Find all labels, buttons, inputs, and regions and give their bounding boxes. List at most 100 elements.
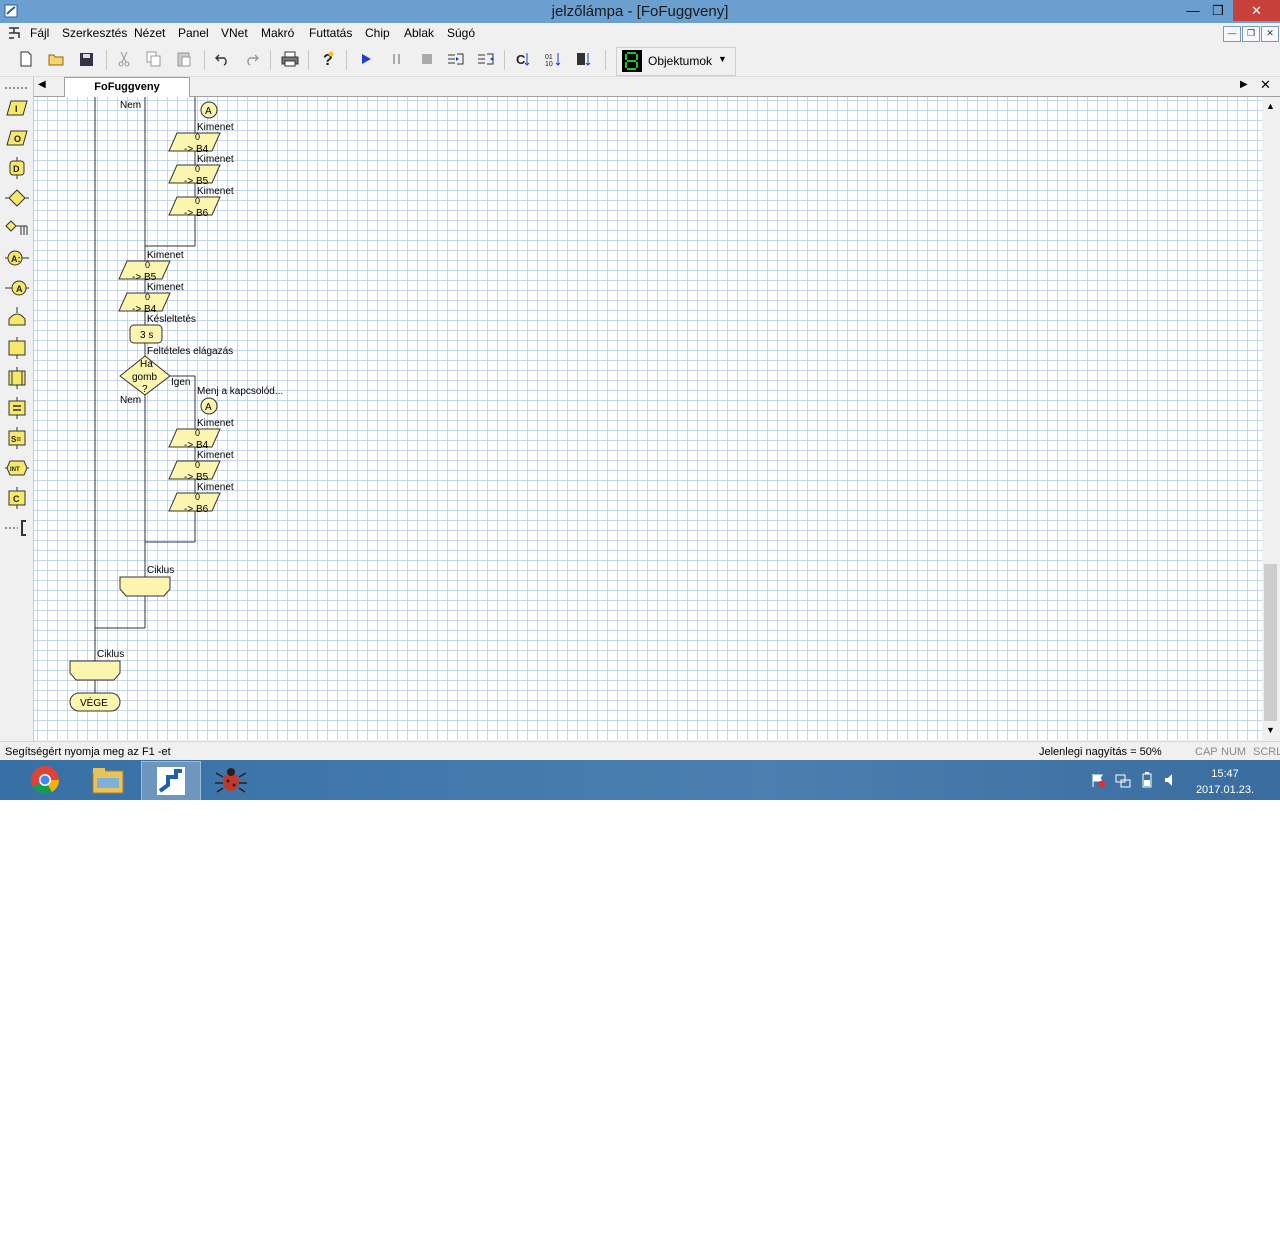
switch-icon[interactable] [4, 217, 30, 239]
battery-icon[interactable] [1139, 772, 1155, 788]
flowchart-canvas[interactable]: A Nem Kimenet 0 -> B4 Kimenet 0 -> B5 Ki… [34, 97, 1262, 740]
menu-macro[interactable]: Makró [261, 26, 294, 40]
network-icon[interactable] [1115, 772, 1131, 788]
mdi-close-button[interactable]: ✕ [1261, 26, 1279, 42]
document-menu-icon[interactable] [6, 25, 22, 41]
out-zero-8: 0 [195, 492, 200, 502]
label-kimenet-5: Kimenet [147, 282, 184, 293]
svg-text:A: A [16, 284, 23, 294]
menu-file[interactable]: Fájl [30, 26, 49, 40]
compile-chip-icon[interactable] [574, 49, 594, 69]
step-into-icon[interactable] [446, 49, 466, 69]
menu-vnet[interactable]: VNet [221, 26, 248, 40]
menu-view[interactable]: Nézet [134, 26, 165, 40]
print-icon[interactable] [280, 49, 300, 69]
menu-help[interactable]: Súgó [447, 26, 475, 40]
stop-icon[interactable] [417, 49, 437, 69]
label-igen: Igen [171, 377, 190, 388]
status-bar: Segítségért nyomja meg az F1 -et Jelenle… [0, 741, 1280, 761]
palette-grip-icon [5, 87, 29, 89]
vege-label: VÉGE [80, 696, 108, 709]
application-window: jelzőlámpa - [FoFuggveny] — ❐ ✕ Fájl Sze… [0, 0, 1280, 800]
pause-icon[interactable] [387, 49, 407, 69]
seven-segment-icon [622, 50, 642, 72]
save-icon[interactable] [76, 49, 96, 69]
mdi-minimize-button[interactable]: — [1223, 26, 1241, 42]
output-icon[interactable]: O [4, 127, 30, 149]
loop-icon[interactable] [4, 307, 30, 329]
label-kimenet-2: Kimenet [197, 154, 234, 165]
menu-edit[interactable]: Szerkesztés [62, 26, 127, 40]
label-nem-2: Nem [120, 395, 141, 406]
file-explorer-icon[interactable] [79, 761, 137, 799]
action-center-flag-icon[interactable] [1090, 772, 1106, 788]
tab-fofuggveny[interactable]: FoFuggveny [64, 77, 190, 97]
out-zero-3: 0 [195, 196, 200, 206]
status-help-text: Segítségért nyomja meg az F1 -et [5, 746, 171, 758]
status-cap: CAP [1195, 746, 1218, 758]
objects-dropdown[interactable]: Objektumok ▼ [616, 47, 736, 76]
svg-text:O: O [14, 134, 21, 144]
chrome-icon[interactable] [16, 761, 74, 799]
menu-panel[interactable]: Panel [178, 26, 209, 40]
component-macro-icon[interactable] [4, 367, 30, 389]
open-folder-icon[interactable] [47, 49, 67, 69]
menu-chip[interactable]: Chip [365, 26, 390, 40]
system-clock[interactable]: 15:47 2017.01.23. [1190, 766, 1260, 798]
new-file-icon[interactable] [16, 49, 36, 69]
undo-icon[interactable] [212, 49, 232, 69]
svg-text:S=: S= [11, 435, 21, 444]
delay-icon[interactable]: D [4, 157, 30, 179]
macro-icon[interactable] [4, 337, 30, 359]
compile-c-icon[interactable]: C [514, 49, 534, 69]
label-kimenet-1: Kimenet [197, 122, 234, 133]
cut-icon[interactable] [114, 49, 134, 69]
restore-button[interactable]: ❐ [1204, 0, 1232, 21]
label-ciklus-inner: Ciklus [147, 565, 174, 576]
svg-text:C: C [516, 52, 526, 67]
status-scrl: SCRL [1253, 746, 1280, 758]
volume-icon[interactable] [1163, 772, 1179, 788]
run-icon[interactable] [356, 49, 376, 69]
label-ciklus-outer: Ciklus [97, 649, 124, 660]
goto-connection-icon[interactable]: A [4, 277, 30, 299]
c-code-icon[interactable]: C [4, 487, 30, 509]
interrupt-icon[interactable]: INT [4, 457, 30, 479]
input-icon[interactable]: I [4, 97, 30, 119]
scroll-down-icon[interactable]: ▼ [1266, 725, 1275, 735]
menu-window[interactable]: Ablak [404, 26, 434, 40]
window-title: jelzőlámpa - [FoFuggveny] [551, 3, 729, 20]
tab-scroll-left-icon[interactable]: ◀ [38, 79, 46, 90]
calculation-icon[interactable] [4, 397, 30, 419]
cond-line3: ? [142, 384, 148, 395]
minimize-button[interactable]: — [1179, 0, 1207, 21]
tab-close-icon[interactable]: ✕ [1260, 77, 1271, 93]
step-over-icon[interactable] [476, 49, 496, 69]
label-menj: Menj a kapcsolód... [197, 386, 283, 397]
flowchart-diagram: A Nem Kimenet 0 -> B4 Kimenet 0 -> B5 Ki… [69, 97, 283, 712]
redo-icon[interactable] [242, 49, 262, 69]
decision-icon[interactable] [4, 187, 30, 209]
vertical-scrollbar[interactable]: ▲ ▼ [1262, 97, 1280, 740]
copy-icon[interactable] [144, 49, 164, 69]
mdi-restore-button[interactable]: ❐ [1242, 26, 1260, 42]
menu-run[interactable]: Futtatás [309, 26, 352, 40]
bug-app-icon[interactable] [202, 761, 260, 799]
help-icon[interactable]: ? [318, 49, 338, 69]
title-bar: jelzőlámpa - [FoFuggveny] — ❐ ✕ [0, 0, 1280, 23]
out-zero-4: 0 [145, 260, 150, 270]
menu-bar: Fájl Szerkesztés Nézet Panel VNet Makró … [0, 23, 1280, 43]
tab-scroll-right-icon[interactable]: ▶ [1240, 79, 1248, 90]
close-button[interactable]: ✕ [1233, 0, 1280, 21]
flowcode-icon[interactable] [141, 761, 201, 800]
compile-hex-icon[interactable]: 01 10 [544, 49, 564, 69]
clock-time: 15:47 [1211, 768, 1239, 780]
label-kesleltetes: Késleltetés [147, 314, 196, 325]
scrollbar-thumb[interactable] [1264, 564, 1277, 721]
comment-icon[interactable] [4, 517, 30, 539]
scroll-up-icon[interactable]: ▲ [1266, 101, 1275, 111]
paste-icon[interactable] [174, 49, 194, 69]
label-felteteles: Feltételes elágazás [147, 346, 233, 357]
string-icon[interactable]: S= [4, 427, 30, 449]
connection-point-icon[interactable]: A: [4, 247, 30, 269]
